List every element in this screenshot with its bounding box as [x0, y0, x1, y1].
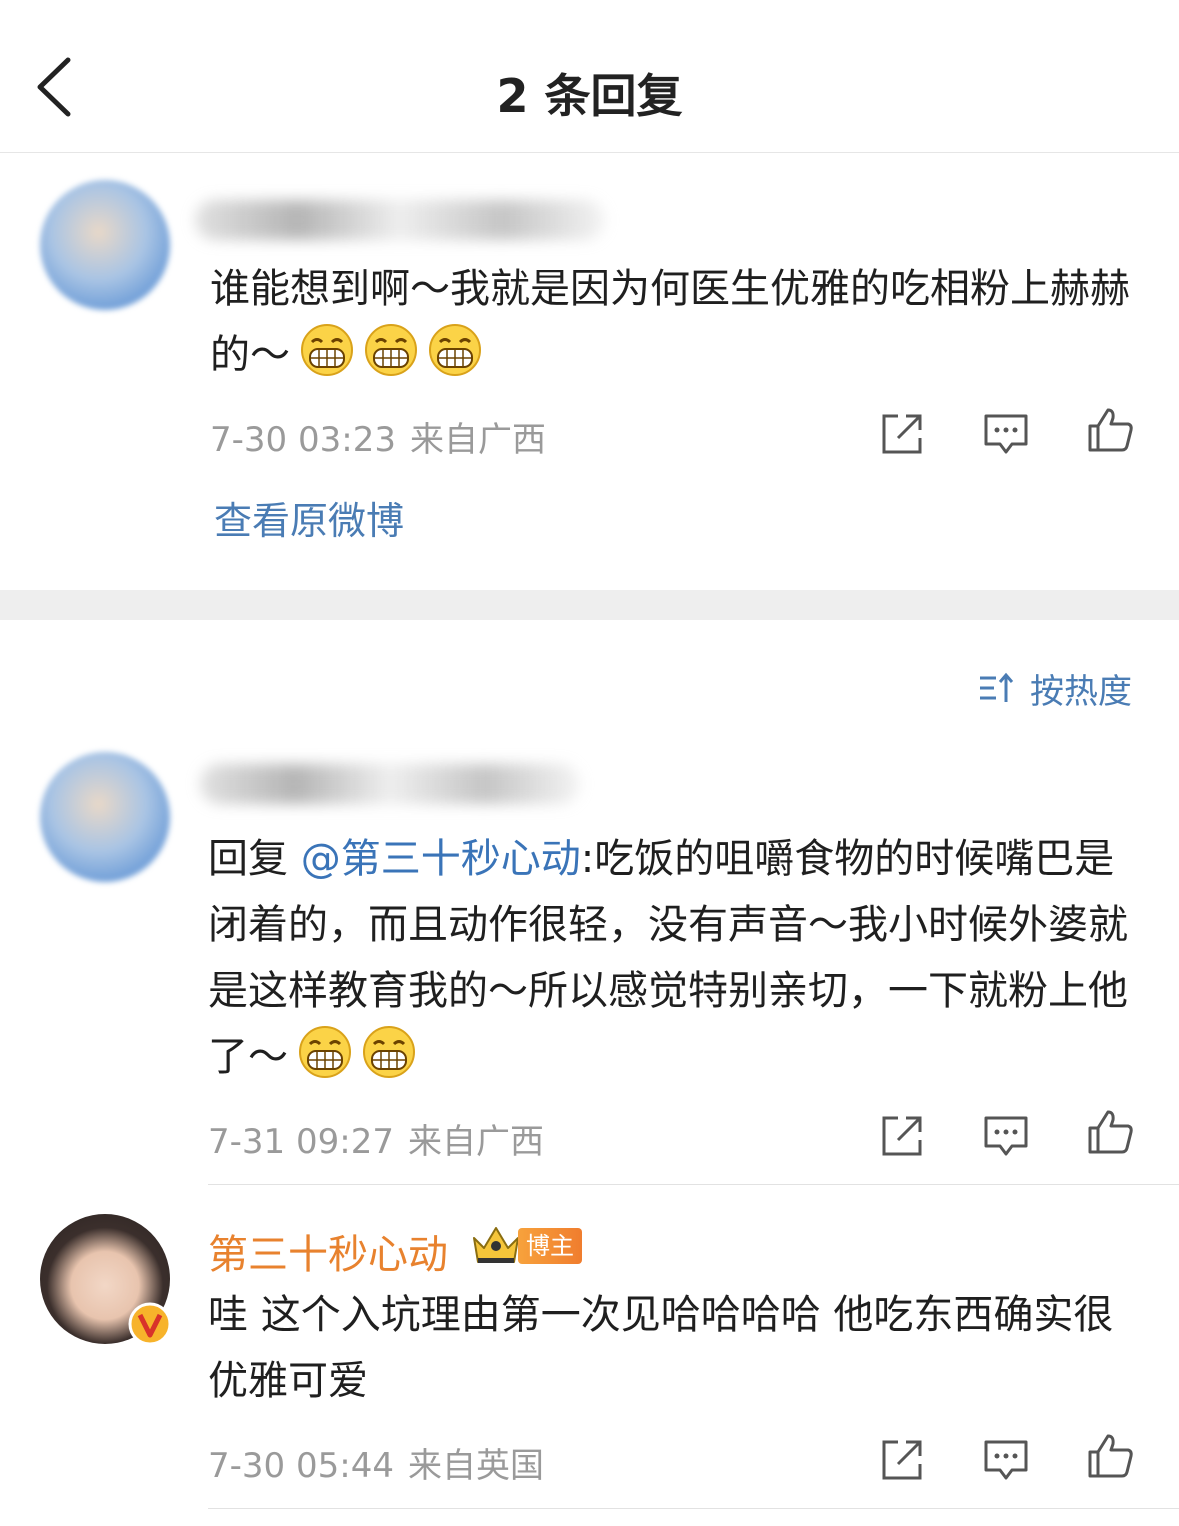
emoji-group: [290, 324, 482, 378]
comment-location: 来自广西: [409, 420, 546, 460]
blogger-name[interactable]: 第三十秒心动: [208, 1222, 448, 1280]
like-icon: [1088, 1110, 1133, 1154]
emoji-group: [288, 1026, 416, 1080]
comment-button[interactable]: [980, 1110, 1032, 1162]
page-title: 2 条回复: [496, 69, 683, 123]
reply-location: 来自英国: [407, 1446, 544, 1486]
reply-meta: 7-30 05:44 来自英国: [208, 1438, 544, 1487]
view-original-link[interactable]: 查看原微博: [214, 490, 404, 545]
reply-date: 7-31 09:27: [208, 1122, 394, 1162]
reply-location: 来自广西: [407, 1122, 544, 1162]
avatar[interactable]: [40, 752, 170, 882]
crown-icon: [473, 1227, 519, 1263]
share-icon: [882, 1440, 922, 1480]
grin-emoji-icon: [365, 324, 417, 376]
section-divider: [0, 590, 1179, 620]
comment-date: 7-30 03:23: [210, 420, 396, 460]
reply-meta: 7-31 09:27 来自广西: [208, 1114, 544, 1163]
reply-separator: [208, 1508, 1179, 1509]
like-button[interactable]: [1084, 1106, 1136, 1158]
like-button[interactable]: [1084, 404, 1136, 456]
share-icon: [882, 414, 922, 454]
comment-meta: 7-30 03:23 来自广西: [210, 412, 546, 461]
grin-emoji-icon: [429, 324, 481, 376]
reply-prefix: 回复: [208, 836, 301, 882]
comment-text: 谁能想到啊～我就是因为何医生优雅的吃相粉上赫赫的～: [210, 256, 1130, 388]
share-button[interactable]: [876, 1110, 928, 1162]
sort-icon: [980, 672, 1014, 702]
reply-text: 回复 @第三十秒心动:吃饭的咀嚼食物的时候嘴巴是闭着的，而且动作很轻，没有声音～…: [208, 826, 1138, 1090]
avatar[interactable]: [40, 180, 170, 310]
share-button[interactable]: [876, 408, 928, 460]
reply-text: 哇 这个入坑理由第一次见哈哈哈哈 他吃东西确实很优雅可爱: [208, 1292, 1114, 1404]
comment-icon: [984, 414, 1028, 454]
top-bar: 2 条回复: [0, 0, 1179, 153]
comment-button[interactable]: [980, 1434, 1032, 1486]
comment-button[interactable]: [980, 408, 1032, 460]
share-button[interactable]: [876, 1434, 928, 1486]
reply-separator: [208, 1184, 1179, 1185]
grin-emoji-icon: [299, 1026, 351, 1078]
comment-icon: [984, 1116, 1028, 1156]
like-icon: [1088, 408, 1133, 452]
sort-label: 按热度: [1030, 671, 1132, 712]
mention-link[interactable]: @第三十秒心动: [301, 836, 581, 882]
reply-date: 7-30 05:44: [208, 1446, 394, 1486]
comment-icon: [984, 1440, 1028, 1480]
like-button[interactable]: [1084, 1430, 1136, 1482]
blogger-badge: 博主: [518, 1228, 582, 1264]
share-icon: [882, 1116, 922, 1156]
like-icon: [1088, 1434, 1133, 1478]
grin-emoji-icon: [301, 324, 353, 376]
sort-by-popularity[interactable]: 按热度: [976, 664, 1132, 712]
verified-v-icon: [128, 1302, 172, 1346]
username-blurred[interactable]: [200, 764, 580, 804]
grin-emoji-icon: [363, 1026, 415, 1078]
username-blurred[interactable]: [195, 200, 605, 240]
